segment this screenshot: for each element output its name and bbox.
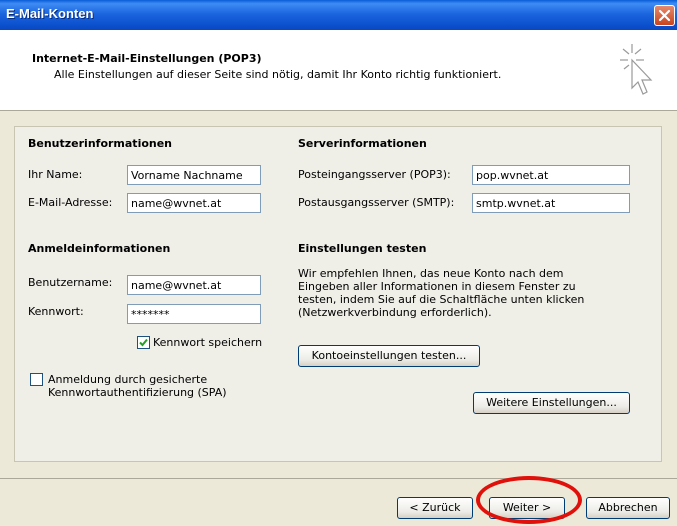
user-info-heading: Benutzerinformationen bbox=[28, 137, 173, 150]
checkmark-icon bbox=[139, 338, 148, 347]
back-button[interactable]: < Zurück bbox=[397, 497, 473, 519]
incoming-server-label: Posteingangsserver (POP3): bbox=[298, 168, 451, 181]
more-settings-button[interactable]: Weitere Einstellungen... bbox=[473, 392, 630, 414]
incoming-server-field[interactable]: pop.wvnet.at bbox=[472, 165, 630, 185]
logon-info-heading: Anmeldeinformationen bbox=[28, 242, 171, 255]
close-icon bbox=[658, 9, 671, 22]
name-label: Ihr Name: bbox=[28, 168, 83, 181]
cursor-sparkle-icon bbox=[620, 44, 653, 95]
email-field[interactable]: name@wvnet.at bbox=[127, 193, 261, 213]
page-title: Internet-E-Mail-Einstellungen (POP3) bbox=[32, 52, 262, 65]
spa-checkbox[interactable] bbox=[30, 373, 43, 386]
title-bar: E-Mail-Konten bbox=[0, 0, 677, 30]
password-label: Kennwort: bbox=[28, 305, 84, 318]
remember-password-label: Kennwort speichern bbox=[153, 336, 263, 349]
server-info-heading: Serverinformationen bbox=[298, 137, 427, 150]
test-settings-heading: Einstellungen testen bbox=[298, 242, 427, 255]
wizard-header: Internet-E-Mail-Einstellungen (POP3) All… bbox=[0, 30, 677, 111]
outgoing-server-label: Postausgangsserver (SMTP): bbox=[298, 196, 455, 209]
test-account-settings-button[interactable]: Kontoeinstellungen testen... bbox=[298, 345, 480, 367]
spa-label: Anmeldung durch gesicherte Kennwortauthe… bbox=[48, 373, 227, 399]
name-field[interactable]: Vorname Nachname bbox=[127, 165, 261, 185]
outgoing-server-field[interactable]: smtp.wvnet.at bbox=[472, 193, 630, 213]
footer-separator bbox=[0, 478, 677, 479]
remember-password-checkbox[interactable] bbox=[137, 336, 150, 349]
window-title: E-Mail-Konten bbox=[6, 6, 94, 21]
password-field[interactable]: ******* bbox=[127, 304, 261, 324]
close-button[interactable] bbox=[654, 5, 675, 26]
username-label: Benutzername: bbox=[28, 276, 113, 289]
page-subtitle: Alle Einstellungen auf dieser Seite sind… bbox=[54, 68, 502, 81]
next-button[interactable]: Weiter > bbox=[489, 497, 565, 519]
username-field[interactable]: name@wvnet.at bbox=[127, 275, 261, 295]
email-label: E-Mail-Adresse: bbox=[28, 196, 113, 209]
test-settings-description: Wir empfehlen Ihnen, das neue Konto nach… bbox=[298, 267, 585, 319]
cancel-button[interactable]: Abbrechen bbox=[586, 497, 670, 519]
